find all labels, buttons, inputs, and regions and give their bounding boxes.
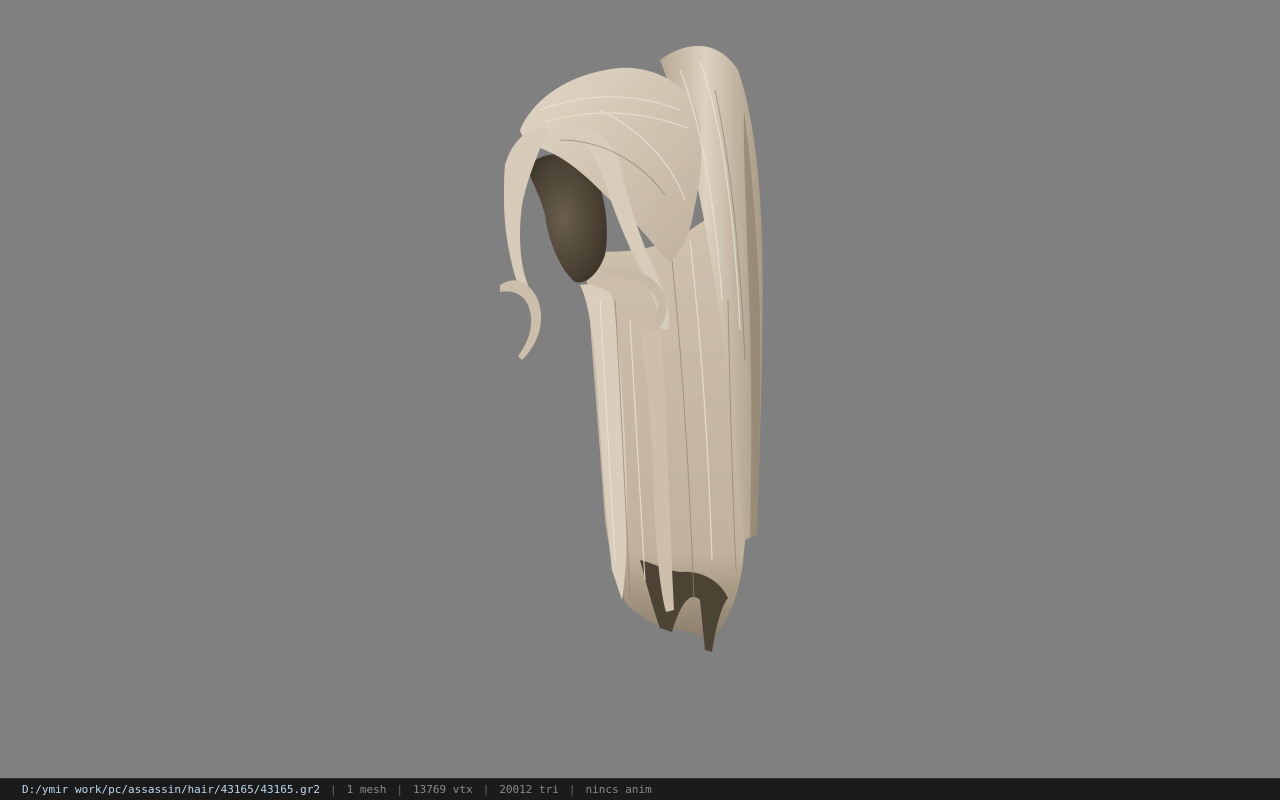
separator: |	[330, 783, 337, 796]
hair-model-render[interactable]	[0, 0, 1280, 778]
file-path: D:/ymir work/pc/assassin/hair/43165/4316…	[22, 783, 321, 796]
vertex-count: 13769 vtx	[413, 783, 473, 796]
separator: |	[396, 783, 404, 796]
separator: |	[568, 783, 576, 796]
animation-status: nincs anim	[585, 783, 652, 796]
bang-strand	[504, 127, 548, 290]
mesh-count: 1 mesh	[346, 783, 387, 796]
curl-strand	[500, 280, 542, 360]
status-bar: D:/ymir work/pc/assassin/hair/43165/4316…	[0, 778, 1280, 800]
separator: |	[482, 783, 490, 796]
3d-viewport[interactable]	[0, 0, 1280, 778]
triangle-count: 20012 tri	[499, 783, 559, 796]
